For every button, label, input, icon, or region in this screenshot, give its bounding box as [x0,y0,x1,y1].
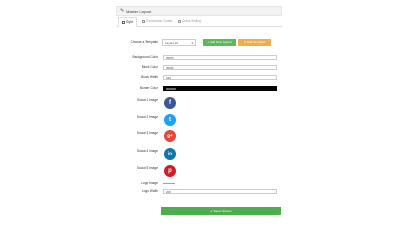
save-options-label: Save Options [213,209,232,213]
block-width-input[interactable]: 640 [163,75,277,80]
background-color-label: Background Color [132,55,158,59]
template-select[interactable]: Layout 10 ▾ [162,39,196,46]
social-1-label: Social 1 Image [136,98,158,102]
pencil-icon: ✎ [120,8,125,14]
save-options-button[interactable]: ✔ Save Options [161,207,281,215]
add-new-layout-label: Add New Layout [209,40,232,44]
linkedin-icon[interactable]: in [164,148,176,160]
tab-style-label: Style [126,20,134,24]
edit-template-label: Edit Template [247,40,266,44]
chevron-down-icon: ▾ [191,41,193,45]
cart-icon [178,19,181,23]
logo-width-label: Logo Width [141,189,158,193]
page-title: Master Layout [126,9,152,14]
template-select-value: Layout 10 [165,41,179,45]
background-color-input[interactable]: f6f6f6 [163,55,277,60]
code-icon [142,19,145,23]
logo-image-label: Logo Image [141,181,158,185]
panel-header: ✎ Master Layout [116,6,282,16]
style-icon [122,20,125,24]
logo-width-input[interactable]: 200 [163,189,277,194]
google-plus-icon[interactable]: g+ [164,130,176,142]
social-4-label: Social 4 Image [136,149,158,153]
block-color-label: Block Color [141,65,158,69]
social-5-label: Social 5 Image [136,166,158,170]
social-2-label: Social 2 Image [136,115,158,119]
tab-cross-selling[interactable]: Cross Selling [178,17,201,27]
tab-conversion-codes-label: Conversion Codes [146,19,173,23]
tab-style[interactable]: Style [118,17,138,27]
tab-conversion-codes[interactable]: Conversion Codes [142,17,172,27]
template-label: Choose a Template [130,40,158,44]
social-3-label: Social 3 Image [136,131,158,135]
border-color-label: Border Color [139,86,158,90]
block-width-label: Block Width [141,75,158,79]
facebook-icon[interactable]: f [164,97,176,109]
tab-bar: Style Conversion Codes Cross Selling [116,17,282,27]
pinterest-icon[interactable]: p [164,165,176,177]
edit-template-button[interactable]: ✎ Edit Template [238,39,271,46]
tab-cross-selling-label: Cross Selling [182,19,201,23]
logo-image-preview[interactable] [163,183,175,184]
add-new-layout-button[interactable]: + Add New Layout [203,39,236,46]
twitter-icon[interactable]: t [164,114,176,126]
border-color-input[interactable]: 000000 [163,86,277,91]
block-color-input[interactable]: f6f6f6 [163,65,277,70]
